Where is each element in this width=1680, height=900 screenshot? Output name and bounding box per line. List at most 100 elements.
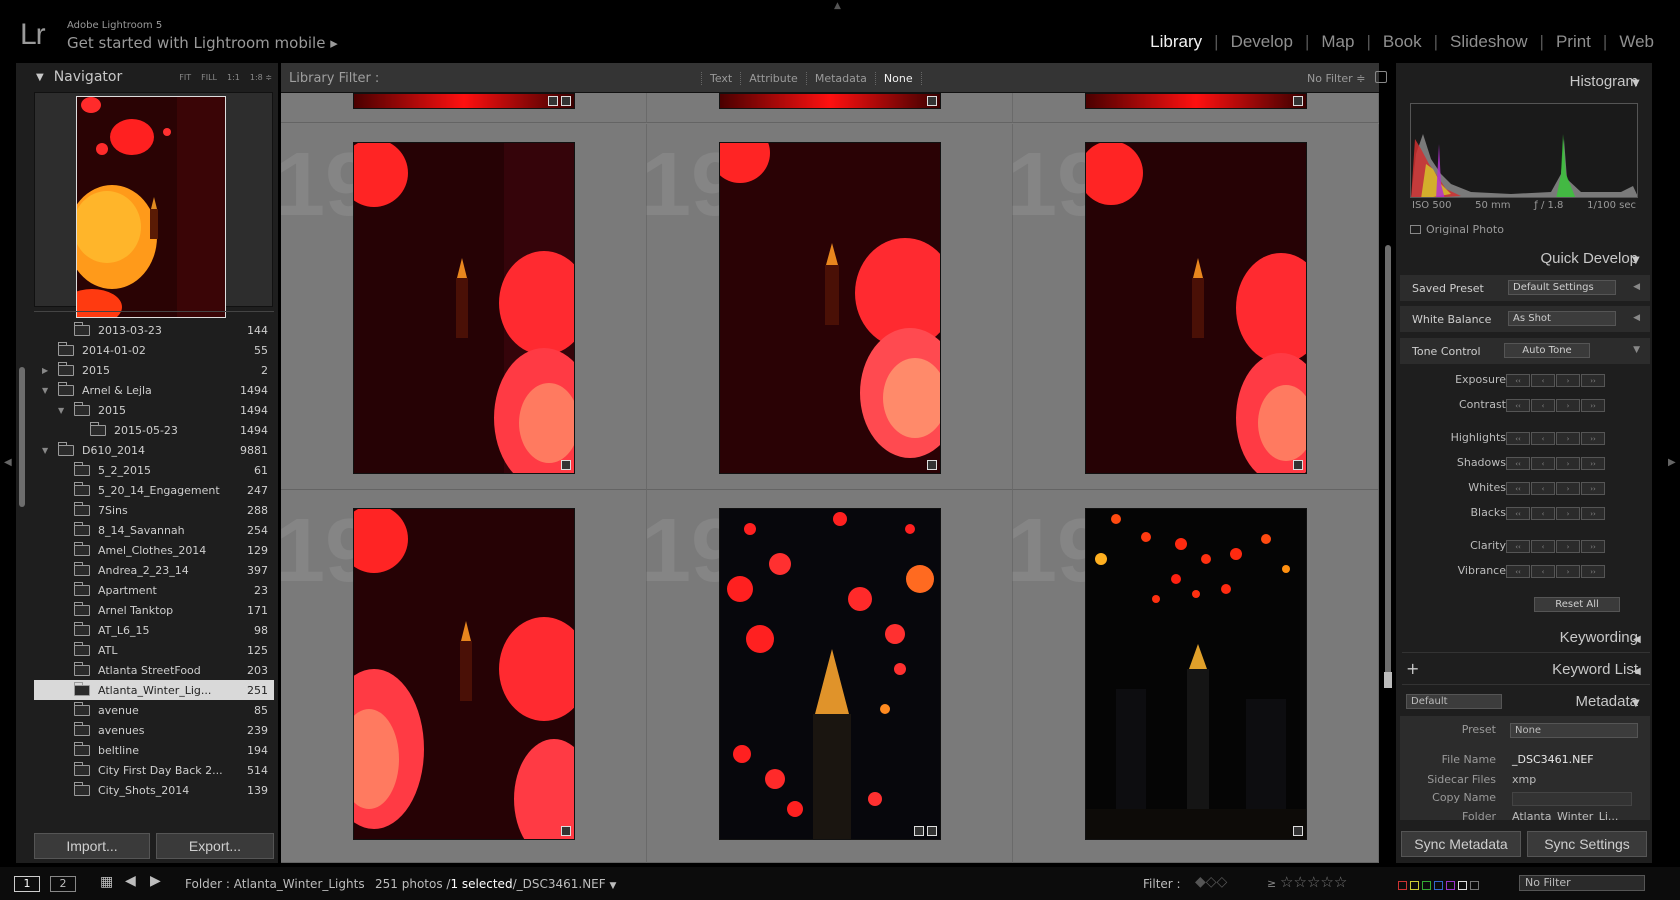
increase-small-button[interactable]: › xyxy=(1556,540,1580,553)
decrease-large-button[interactable]: ‹‹ xyxy=(1506,507,1530,520)
keyword-list-title[interactable]: Keyword List xyxy=(1552,661,1638,678)
module-library[interactable]: Library xyxy=(1138,32,1214,52)
zoom-fill[interactable]: FILL xyxy=(201,73,217,82)
folder-row[interactable]: Amel_Clothes_2014 129 xyxy=(34,540,274,560)
lock-icon[interactable] xyxy=(1375,71,1387,83)
collapse-icon[interactable]: ▼ xyxy=(1632,698,1640,709)
folder-row[interactable]: 2013-03-23 144 xyxy=(34,320,274,340)
zoom-fit[interactable]: FIT xyxy=(179,73,191,82)
sync-metadata-button[interactable]: Sync Metadata xyxy=(1401,831,1521,857)
collapse-left-panel-icon[interactable]: ◀ xyxy=(4,457,12,468)
quick-develop-title[interactable]: Quick Develop xyxy=(1540,250,1638,267)
grid-scrollbar-track[interactable] xyxy=(1385,245,1391,685)
window-1-button[interactable]: 1 xyxy=(14,876,40,892)
rating-filter[interactable]: ≥ ☆☆☆☆☆ xyxy=(1267,873,1347,891)
expand-icon[interactable]: ◀ xyxy=(1633,313,1640,323)
folder-row[interactable]: Arnel Tanktop 171 xyxy=(34,600,274,620)
increase-small-button[interactable]: › xyxy=(1556,457,1580,470)
expand-icon[interactable]: ◀ xyxy=(1633,634,1641,645)
collapse-icon[interactable]: ▼ xyxy=(1632,78,1640,89)
navigator-preview-image[interactable] xyxy=(76,96,226,318)
increase-large-button[interactable]: ›› xyxy=(1581,540,1605,553)
decrease-large-button[interactable]: ‹‹ xyxy=(1506,482,1530,495)
folder-row[interactable]: 8_14_Savannah 254 xyxy=(34,520,274,540)
expand-icon[interactable]: ▶ xyxy=(42,366,48,375)
photo-thumbnail[interactable] xyxy=(719,93,941,109)
increase-small-button[interactable]: › xyxy=(1556,432,1580,445)
zoom-1-1[interactable]: 1:1 xyxy=(227,73,240,82)
keywording-title[interactable]: Keywording xyxy=(1560,629,1638,646)
collapse-top-panel-icon[interactable]: ▲ xyxy=(834,1,841,11)
reset-all-button[interactable]: Reset All xyxy=(1534,597,1620,612)
grid-cell[interactable]: 197 xyxy=(641,490,1013,863)
decrease-small-button[interactable]: ‹ xyxy=(1531,399,1555,412)
navigator-header[interactable]: ▼ Navigator FIT FILL 1:1 1:8 ≑ xyxy=(36,66,276,88)
star-icon[interactable]: ☆ xyxy=(1307,873,1320,891)
flag-filter-icon[interactable]: ◆◇◇ xyxy=(1195,874,1227,890)
import-button[interactable]: Import... xyxy=(34,833,150,859)
chevron-down-icon[interactable]: ▼ xyxy=(609,881,616,891)
grid-cell[interactable] xyxy=(1013,93,1379,123)
folder-row[interactable]: City_Shots_2014 139 xyxy=(34,780,274,800)
increase-small-button[interactable]: › xyxy=(1556,399,1580,412)
photo-thumbnail[interactable] xyxy=(719,508,941,840)
yellow-label-swatch[interactable] xyxy=(1410,881,1419,890)
filter-tab-attribute[interactable]: Attribute xyxy=(740,72,806,85)
expand-icon[interactable]: ◀ xyxy=(1633,666,1641,677)
filter-preset-dropdown[interactable]: No Filter xyxy=(1519,875,1645,891)
decrease-small-button[interactable]: ‹ xyxy=(1531,540,1555,553)
folder-value[interactable]: Atlanta_Winter_Li... xyxy=(1512,810,1618,820)
sync-settings-button[interactable]: Sync Settings xyxy=(1527,831,1647,857)
decrease-large-button[interactable]: ‹‹ xyxy=(1506,374,1530,387)
folder-row[interactable]: City First Day Back 2... 514 xyxy=(34,760,274,780)
metadata-preset-select[interactable]: Default xyxy=(1406,694,1502,709)
folder-row[interactable]: beltline 194 xyxy=(34,740,274,760)
grid-cell[interactable]: 193 xyxy=(281,124,647,490)
red-label-swatch[interactable] xyxy=(1398,881,1407,890)
folder-row[interactable]: ▼ D610_2014 9881 xyxy=(34,440,274,460)
folder-row[interactable]: ▶ 2015 2 xyxy=(34,360,274,380)
filter-tab-text[interactable]: Text xyxy=(701,72,740,85)
module-slideshow[interactable]: Slideshow xyxy=(1438,32,1540,52)
grid-cell[interactable]: 195 xyxy=(1007,124,1379,490)
checkbox-icon[interactable] xyxy=(1410,225,1421,234)
mobile-link[interactable]: Get started with Lightroom mobile ▸ xyxy=(67,34,338,52)
decrease-large-button[interactable]: ‹‹ xyxy=(1506,540,1530,553)
back-arrow-icon[interactable]: ◀ xyxy=(125,873,136,889)
folder-row[interactable]: ▼ 2015 1494 xyxy=(34,400,274,420)
collapse-icon[interactable]: ▼ xyxy=(1632,255,1640,266)
photo-thumbnail[interactable] xyxy=(1085,508,1307,840)
folder-row[interactable]: 5_2_2015 61 xyxy=(34,460,274,480)
collapse-icon[interactable]: ▼ xyxy=(36,72,44,83)
increase-small-button[interactable]: › xyxy=(1556,565,1580,578)
increase-large-button[interactable]: ›› xyxy=(1581,457,1605,470)
gray-label-swatch[interactable] xyxy=(1470,881,1479,890)
photo-thumbnail[interactable] xyxy=(353,93,575,109)
collapse-icon[interactable]: ▼ xyxy=(42,386,48,395)
color-label-filter[interactable] xyxy=(1398,879,1482,893)
decrease-large-button[interactable]: ‹‹ xyxy=(1506,432,1530,445)
folder-row[interactable]: Apartment 23 xyxy=(34,580,274,600)
star-icon[interactable]: ☆ xyxy=(1280,873,1293,891)
folder-row[interactable]: 2015-05-23 1494 xyxy=(34,420,274,440)
grid-cell[interactable] xyxy=(647,93,1013,123)
increase-small-button[interactable]: › xyxy=(1556,482,1580,495)
collapse-icon[interactable]: ▼ xyxy=(42,446,48,455)
auto-tone-button[interactable]: Auto Tone xyxy=(1504,343,1590,358)
histogram-title[interactable]: Histogram xyxy=(1570,73,1638,90)
folder-row[interactable]: Atlanta StreetFood 203 xyxy=(34,660,274,680)
file-name-field[interactable]: _DSC3461.NEF xyxy=(1512,753,1594,766)
filter-tab-none[interactable]: None xyxy=(874,72,922,85)
metadata-preset-value-select[interactable]: None xyxy=(1510,723,1638,738)
increase-large-button[interactable]: ›› xyxy=(1581,507,1605,520)
increase-large-button[interactable]: ›› xyxy=(1581,482,1605,495)
folder-row[interactable]: avenues 239 xyxy=(34,720,274,740)
decrease-large-button[interactable]: ‹‹ xyxy=(1506,457,1530,470)
white-label-swatch[interactable] xyxy=(1458,881,1467,890)
increase-large-button[interactable]: ›› xyxy=(1581,399,1605,412)
star-icon[interactable]: ☆ xyxy=(1334,873,1347,891)
blue-label-swatch[interactable] xyxy=(1434,881,1443,890)
grid-cell[interactable] xyxy=(281,93,647,123)
grid-cell[interactable]: 196 xyxy=(281,490,647,863)
increase-small-button[interactable]: › xyxy=(1556,507,1580,520)
